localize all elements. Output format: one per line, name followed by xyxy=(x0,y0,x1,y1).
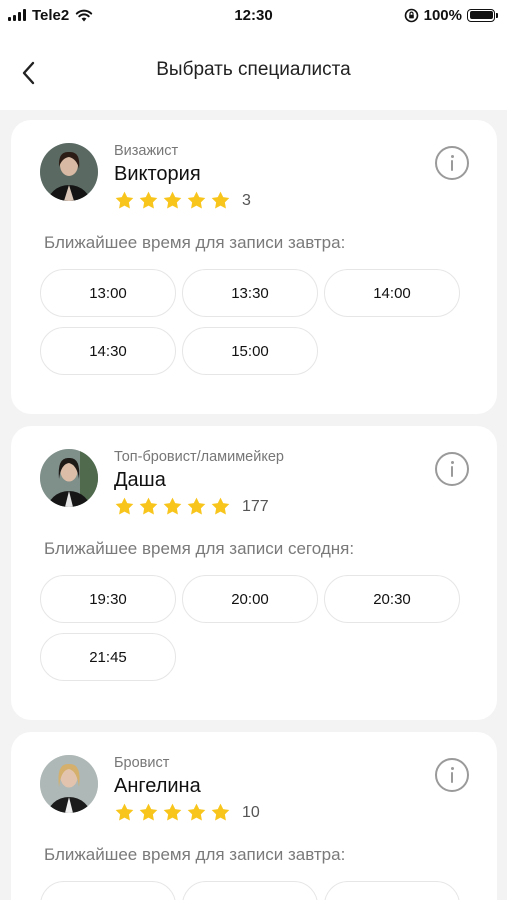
time-slot[interactable] xyxy=(324,881,460,900)
avatar xyxy=(40,143,98,201)
time-slot[interactable] xyxy=(182,881,318,900)
rating-count: 177 xyxy=(242,497,269,515)
cellular-signal-icon xyxy=(8,9,26,21)
star-icon xyxy=(211,497,230,515)
status-left: Tele2 xyxy=(8,7,93,24)
rating: 10 xyxy=(114,802,260,823)
rating-count: 10 xyxy=(242,803,260,821)
star-icon xyxy=(187,497,206,515)
info-button[interactable] xyxy=(435,758,469,792)
status-bar: Tele2 12:30 100% xyxy=(0,0,507,30)
star-rating xyxy=(114,802,231,823)
page-title: Выбрать специалиста xyxy=(156,59,351,80)
time-slots: 19:30 20:00 20:30 21:45 xyxy=(40,575,469,681)
specialist-card[interactable]: Бровист Ангелина 10 Ближайшее время для … xyxy=(11,732,497,900)
star-icon xyxy=(211,803,230,821)
star-icon xyxy=(163,497,182,515)
star-icon xyxy=(163,191,182,209)
header: Выбрать специалиста xyxy=(0,30,507,110)
carrier-name: Tele2 xyxy=(32,6,70,24)
specialist-role: Бровист xyxy=(114,755,170,771)
time-slot[interactable]: 20:30 xyxy=(324,575,460,623)
time-slot[interactable]: 20:00 xyxy=(182,575,318,623)
slots-label: Ближайшее время для записи завтра: xyxy=(44,845,346,864)
star-icon xyxy=(187,803,206,821)
rating-count: 3 xyxy=(242,191,251,209)
star-rating xyxy=(114,496,231,517)
time-slot[interactable]: 19:30 xyxy=(40,575,176,623)
wifi-icon xyxy=(76,9,93,22)
star-icon xyxy=(139,497,158,515)
star-icon xyxy=(115,191,134,209)
rating: 3 xyxy=(114,190,251,211)
time-slot[interactable] xyxy=(40,881,176,900)
star-icon xyxy=(115,497,134,515)
time-slot[interactable]: 15:00 xyxy=(182,327,318,375)
star-icon xyxy=(187,191,206,209)
slots-label: Ближайшее время для записи сегодня: xyxy=(44,539,355,558)
star-icon xyxy=(139,803,158,821)
specialist-name: Даша xyxy=(114,469,166,491)
status-right: 100% xyxy=(404,6,498,24)
avatar xyxy=(40,755,98,813)
info-icon xyxy=(450,767,454,770)
avatar xyxy=(40,449,98,507)
info-button[interactable] xyxy=(435,452,469,486)
specialist-card[interactable]: Топ-бровист/ламимейкер Даша 177 Ближайше… xyxy=(11,426,497,720)
rating: 177 xyxy=(114,496,284,517)
specialist-name: Виктория xyxy=(114,163,201,185)
time-slot[interactable]: 13:00 xyxy=(40,269,176,317)
info-icon xyxy=(450,461,454,464)
specialist-card[interactable]: Визажист Виктория 3 Ближайшее время для … xyxy=(11,120,497,414)
time-slot[interactable]: 21:45 xyxy=(40,633,176,681)
star-rating xyxy=(114,190,231,211)
battery-icon xyxy=(467,8,498,22)
time-slots xyxy=(40,881,469,900)
star-icon xyxy=(163,803,182,821)
specialist-role: Топ-бровист/ламимейкер xyxy=(114,449,284,465)
battery-percent: 100% xyxy=(423,6,462,24)
specialist-role: Визажист xyxy=(114,143,179,159)
time-slot[interactable]: 14:30 xyxy=(40,327,176,375)
star-icon xyxy=(115,803,134,821)
specialist-name: Ангелина xyxy=(114,775,201,797)
info-icon xyxy=(450,155,454,158)
info-button[interactable] xyxy=(435,146,469,180)
orientation-lock-icon xyxy=(404,8,418,22)
back-button[interactable] xyxy=(14,58,44,88)
time-slots: 13:00 13:30 14:00 14:30 15:00 xyxy=(40,269,469,375)
star-icon xyxy=(139,191,158,209)
time-slot[interactable]: 13:30 xyxy=(182,269,318,317)
star-icon xyxy=(211,191,230,209)
chevron-left-icon xyxy=(22,61,35,85)
time-slot[interactable]: 14:00 xyxy=(324,269,460,317)
slots-label: Ближайшее время для записи завтра: xyxy=(44,233,346,252)
